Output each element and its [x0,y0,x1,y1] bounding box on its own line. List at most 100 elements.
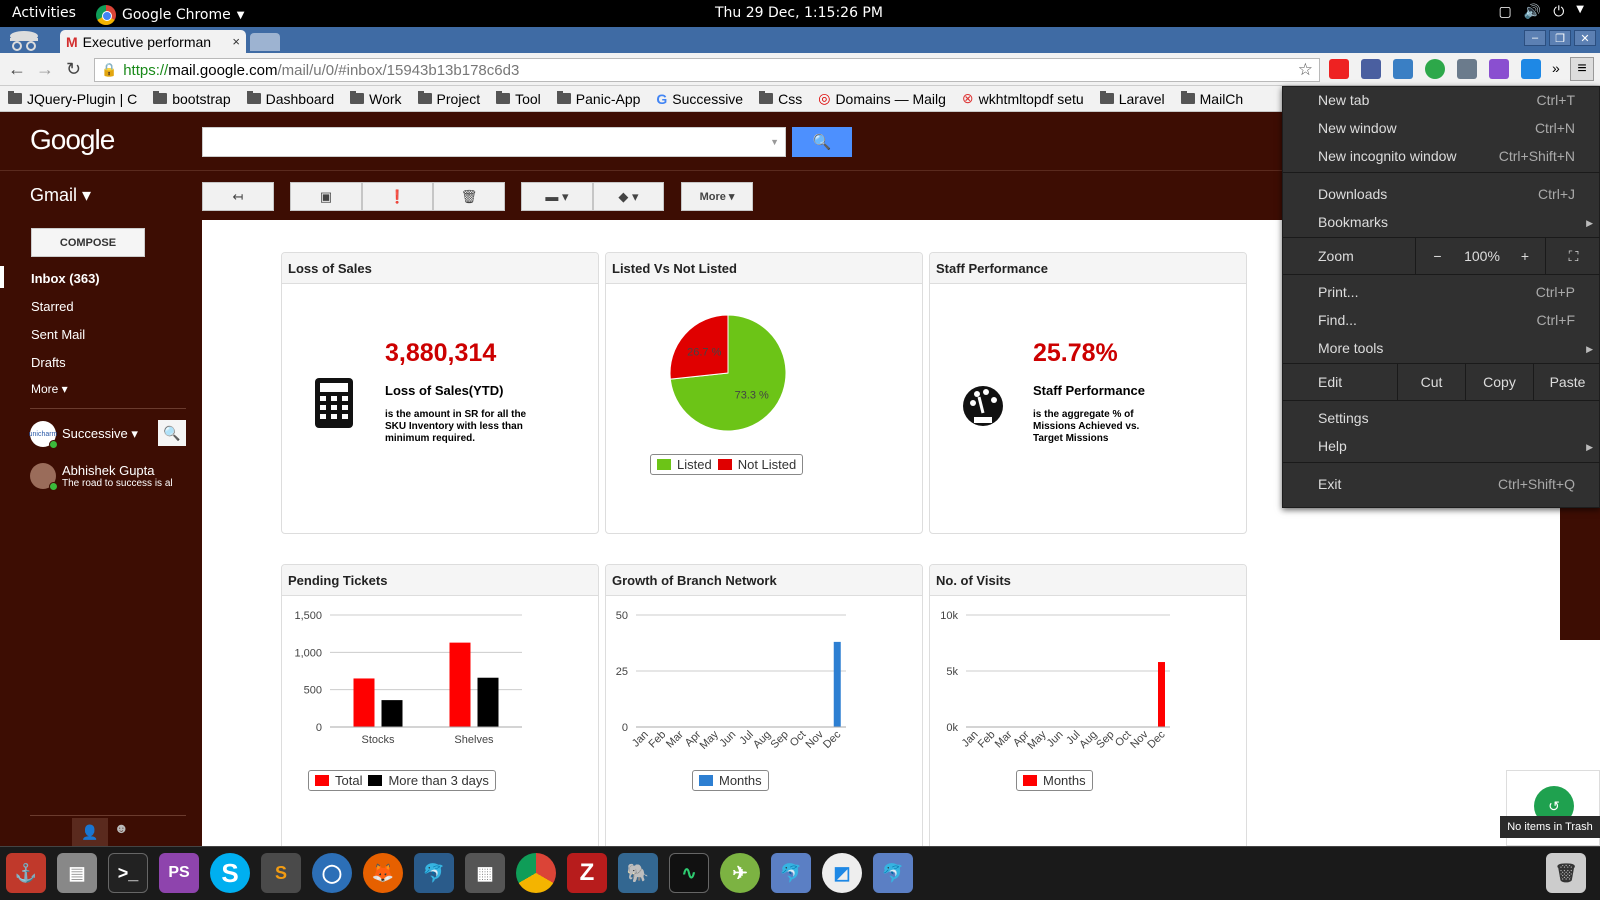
skype-app-icon[interactable]: S [210,853,250,893]
archive-button[interactable]: ▣ [290,182,362,211]
bookmark-dashboard[interactable]: Dashboard [239,91,343,107]
back-to-inbox-button[interactable]: ↤ [202,182,274,211]
minimize-icon[interactable]: – [1524,30,1546,46]
bookmark-project[interactable]: Project [410,91,489,107]
anchor-app-icon[interactable]: ⚓ [6,853,46,893]
phpstorm-app-icon[interactable]: PS [159,853,199,893]
bookmark-work[interactable]: Work [342,91,409,107]
menu-bookmarks[interactable]: Bookmarks [1318,214,1575,230]
cast-extension-icon[interactable] [1521,59,1541,79]
menu-settings[interactable]: Settings [1318,410,1575,426]
nav-sent-mail[interactable]: Sent Mail [31,327,85,342]
menu-exit[interactable]: Exit Ctrl+Shift+Q [1318,476,1575,492]
legend-total[interactable]: Total [335,773,362,788]
more-button[interactable]: More ▾ [681,182,753,211]
search-button[interactable]: 🔍 [792,127,852,157]
legend-more-than-3-days[interactable]: More than 3 days [388,773,488,788]
bookmark-jquery[interactable]: JQuery-Plugin | C [0,91,145,107]
back-icon[interactable]: ← [8,59,26,80]
restore-icon[interactable]: ❐ [1549,30,1571,46]
menu-new-tab[interactable]: New tab Ctrl+T [1318,92,1575,108]
menu-icon[interactable]: ≡ [1570,57,1594,81]
chevron-down-icon[interactable]: ▼ [1576,4,1584,20]
legend-not-listed[interactable]: Not Listed [738,457,797,472]
zoom-out-button[interactable]: − [1415,238,1459,274]
sublime-app-icon[interactable]: S [261,853,301,893]
legend-months[interactable]: Months [1043,773,1086,788]
zoom-in-button[interactable]: + [1505,238,1545,274]
bookmark-bootstrap[interactable]: bootstrap [145,91,238,107]
nav-more[interactable]: More ▾ [31,382,68,396]
dolphin-app-icon[interactable]: 🐬 [771,853,811,893]
nav-drafts[interactable]: Drafts [31,355,66,370]
bookmark-wkhtmltopdf[interactable]: ⊗ wkhtmltopdf setu [954,90,1092,107]
nav-inbox[interactable]: Inbox (363) [31,271,100,286]
hangouts-icon[interactable]: ☻ [114,820,129,836]
legend-months[interactable]: Months [719,773,762,788]
app-launcher-icon[interactable]: ✈ [720,853,760,893]
mysql-workbench-app-icon[interactable]: 🐬 [414,853,454,893]
contacts-tab[interactable]: 👤 [72,818,108,846]
eyedropper-extension-icon[interactable] [1457,59,1477,79]
system-monitor-app-icon[interactable]: ∿ [669,853,709,893]
move-to-button[interactable]: ▬ ▾ [521,182,593,211]
firefox-app-icon[interactable]: 🦊 [363,853,403,893]
overflow-chevron-icon[interactable]: » [1552,60,1560,76]
bookmark-mailchimp[interactable]: MailCh [1173,91,1252,107]
nav-starred[interactable]: Starred [31,299,74,314]
menu-downloads[interactable]: Downloads Ctrl+J [1318,186,1575,202]
menu-new-incognito-window[interactable]: New incognito window Ctrl+Shift+N [1318,148,1575,164]
pen-extension-icon[interactable] [1489,59,1509,79]
bookmark-panic-app[interactable]: Panic-App [549,91,649,107]
account-switcher[interactable]: unicharm Successive ▾ [29,421,138,449]
stash-app-icon[interactable]: ◩ [822,853,862,893]
volume-icon[interactable]: 🔊 [1524,4,1541,20]
menu-print[interactable]: Print... Ctrl+P [1318,284,1575,300]
delete-button[interactable]: 🗑 [433,182,505,211]
app-menu[interactable]: Google Chrome ▼ [96,5,244,25]
new-tab-button[interactable] [250,33,280,51]
menu-more-tools[interactable]: More tools [1318,340,1575,356]
power-icon[interactable]: ⏻ [1553,4,1564,20]
menu-find[interactable]: Find... Ctrl+F [1318,312,1575,328]
green-extension-icon[interactable] [1425,59,1445,79]
contact-row[interactable]: Abhishek Gupta The road to success is al [30,463,186,491]
adblock-extension-icon[interactable] [1329,59,1349,79]
calculator-app-icon[interactable]: ▦ [465,853,505,893]
reload-icon[interactable]: ↻ [66,59,81,80]
bookmark-successive[interactable]: G Successive [648,91,751,107]
cut-button[interactable]: Cut [1397,364,1465,400]
search-input[interactable]: ▼ [202,127,786,157]
terminal-app-icon[interactable]: >_ [108,853,148,893]
gmail-label[interactable]: Gmail ▾ [30,185,91,206]
copy-button[interactable]: Copy [1465,364,1533,400]
screen-icon[interactable]: ▢ [1499,4,1512,20]
google-logo[interactable]: Google [30,124,115,156]
bookmark-star-icon[interactable]: ☆ [1298,60,1313,80]
bookmark-laravel[interactable]: Laravel [1092,91,1173,107]
labels-button[interactable]: ◆ ▾ [593,182,664,211]
close-window-icon[interactable]: ✕ [1574,30,1596,46]
clock[interactable]: Thu 29 Dec, 1:15:26 PM [715,5,883,21]
legend-listed[interactable]: Listed [677,457,712,472]
tab-executive-performance[interactable]: M Executive performan × [60,30,246,53]
activities-button[interactable]: Activities [12,5,76,21]
address-bar[interactable]: 🔒 https:// mail.google.com /mail/u/0/#in… [94,58,1320,82]
compose-button[interactable]: COMPOSE [31,228,145,257]
bookmark-css[interactable]: Css [751,91,810,107]
screenshot-extension-icon[interactable] [1393,59,1413,79]
fullscreen-icon[interactable]: ⛶ [1545,238,1600,274]
forward-icon[interactable]: → [36,59,54,80]
paste-button[interactable]: Paste [1533,364,1600,400]
system-tray[interactable]: ▢ 🔊 ⏻ ▼ [1499,4,1584,20]
report-spam-button[interactable]: ❗ [362,182,433,211]
menu-help[interactable]: Help [1318,438,1575,454]
files-app-icon[interactable]: ▤ [57,853,97,893]
trash-app-icon[interactable]: 🗑 [1546,853,1586,893]
php-extension-icon[interactable] [1361,59,1381,79]
filezilla-app-icon[interactable]: Z [567,853,607,893]
chat-app-icon[interactable]: ◯ [312,853,352,893]
bookmark-domains-mailgun[interactable]: ◎ Domains — Mailg [810,90,954,107]
chrome-app-icon[interactable] [516,853,556,893]
close-tab-icon[interactable]: × [232,34,240,49]
